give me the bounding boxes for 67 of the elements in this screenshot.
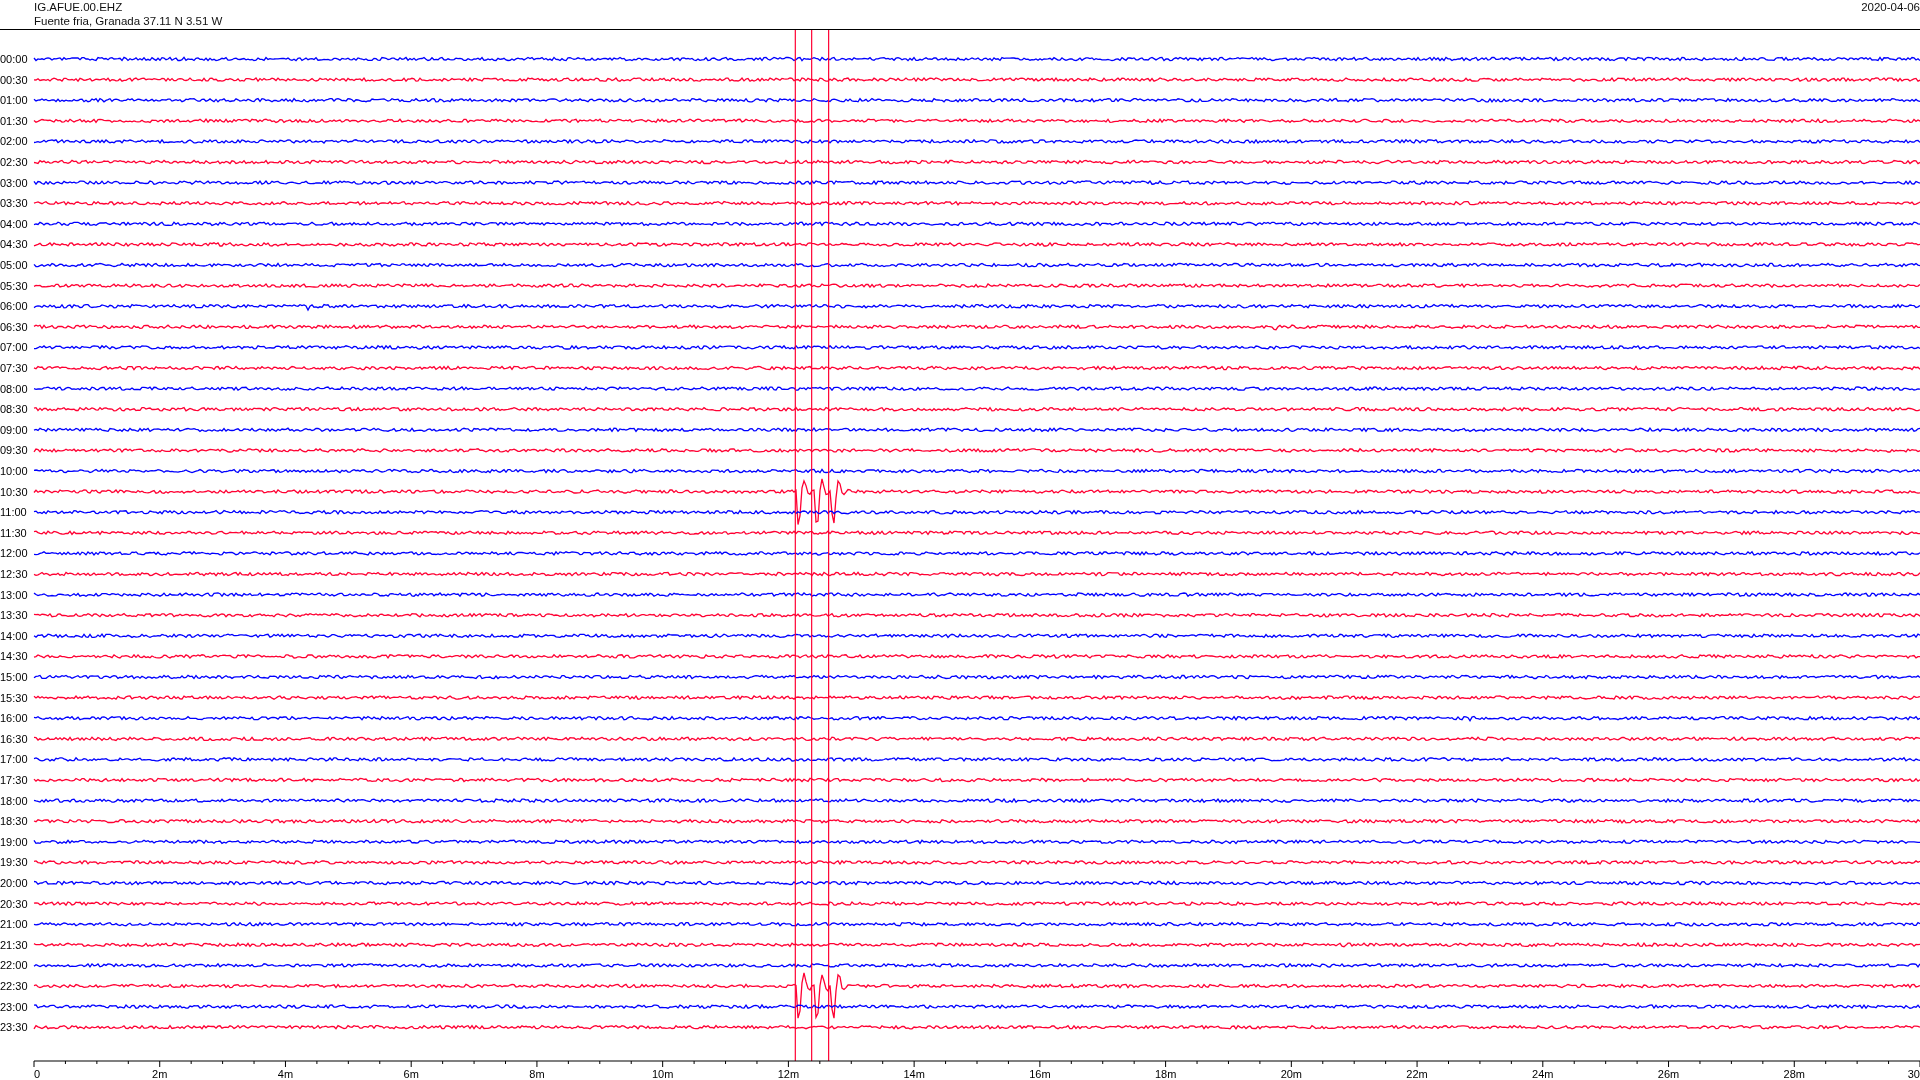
time-label: 14:30 (0, 650, 28, 663)
time-label: 16:30 (0, 732, 28, 745)
station-code: IG.AFUE.00.EHZ (34, 0, 124, 14)
axis-tick-label: 30 (1907, 1068, 1920, 1079)
time-label: 09:00 (0, 423, 28, 436)
axis-tick-label: 20m (1280, 1068, 1303, 1079)
axis-tick-label: 6m (403, 1068, 419, 1079)
axis-tick-label: 28m (1783, 1068, 1805, 1079)
time-label: 09:30 (0, 444, 28, 457)
time-label: 01:30 (0, 114, 28, 127)
time-label: 10:00 (0, 465, 28, 477)
axis-tick-label: 4m (277, 1068, 294, 1079)
time-label: 22:00 (0, 959, 28, 972)
time-label: 19:00 (0, 835, 28, 848)
time-label: 15:30 (0, 691, 28, 704)
time-label: 07:30 (0, 362, 28, 374)
time-label: 00:30 (0, 73, 28, 86)
time-label: 23:00 (0, 1000, 28, 1013)
time-label: 00:00 (0, 53, 28, 65)
axis-tick-label: 16m (1029, 1068, 1051, 1079)
time-label: 18:30 (0, 815, 28, 828)
axis-tick-label: 10m (651, 1068, 674, 1079)
time-label: 07:00 (0, 341, 28, 354)
time-label: 18:00 (0, 794, 28, 807)
time-label: 21:00 (0, 918, 28, 931)
time-label: 10:30 (0, 485, 28, 498)
time-label: 17:30 (0, 774, 28, 786)
plot-date: 2020-04-06 (1861, 0, 1920, 14)
time-label: 22:30 (0, 980, 28, 992)
time-label: 11:30 (0, 526, 27, 539)
axis-tick-label: 0 (34, 1068, 41, 1079)
time-label: 04:00 (0, 217, 28, 230)
time-label: 20:00 (0, 877, 28, 889)
axis-tick-label: 14m (903, 1068, 925, 1079)
time-label: 11:00 (0, 506, 27, 519)
time-label: 12:00 (0, 547, 28, 560)
axis-tick-label: 8m (529, 1068, 545, 1079)
time-label: 04:30 (0, 238, 28, 251)
time-label: 17:00 (0, 753, 28, 766)
time-label: 20:30 (0, 897, 28, 910)
time-label: 16:00 (0, 712, 28, 725)
time-label: 02:30 (0, 156, 28, 168)
time-label: 08:30 (0, 403, 28, 416)
time-label: 01:00 (0, 94, 28, 107)
time-label: 12:30 (0, 568, 28, 580)
time-label: 13:30 (0, 609, 28, 622)
time-label: 06:30 (0, 320, 28, 333)
time-label: 19:30 (0, 856, 28, 869)
time-label: 06:00 (0, 300, 28, 313)
station-location: Fuente fria, Granada 37.11 N 3.51 W (34, 14, 223, 28)
time-label: 05:30 (0, 279, 28, 292)
time-label: 08:00 (0, 382, 28, 395)
time-label: 02:00 (0, 135, 28, 148)
time-label: 13:00 (0, 588, 28, 601)
time-label: 23:30 (0, 1021, 28, 1034)
time-label: 21:30 (0, 938, 28, 951)
axis-tick-label: 26m (1657, 1068, 1680, 1079)
time-label: 15:00 (0, 671, 28, 683)
axis-tick-label: 18m (1154, 1068, 1177, 1079)
time-label: 05:00 (0, 259, 28, 271)
time-label: 03:00 (0, 176, 28, 189)
axis-tick-label: 2m (152, 1068, 168, 1079)
time-label: 03:30 (0, 197, 28, 210)
time-label: 14:00 (0, 629, 28, 642)
axis-tick-label: 24m (1532, 1068, 1554, 1079)
axis-tick-label: 12m (777, 1068, 800, 1079)
axis-tick-label: 22m (1406, 1068, 1428, 1079)
